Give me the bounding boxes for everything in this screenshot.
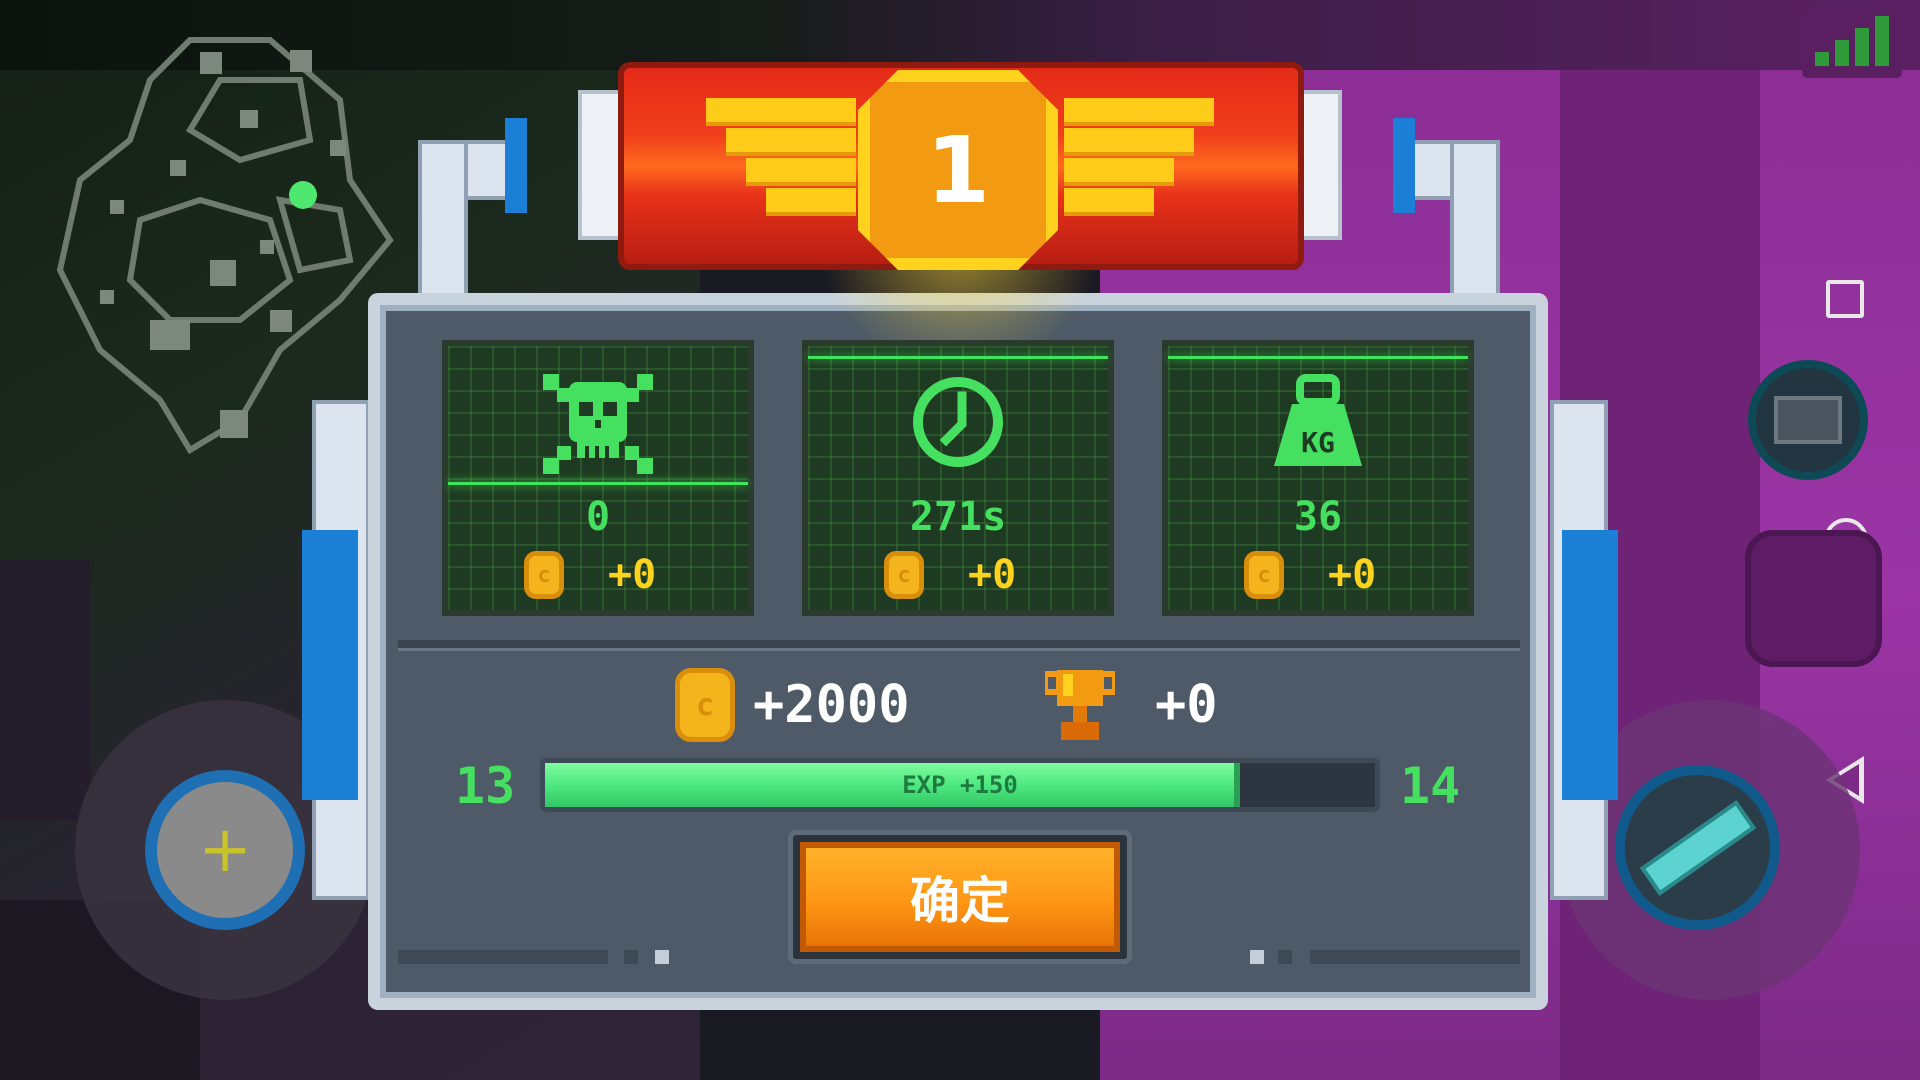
time-value: 271s: [909, 494, 1007, 540]
trophy-reward: +0: [1045, 668, 1218, 742]
medal-wing-right: [1064, 98, 1214, 228]
coin-icon: c: [675, 668, 735, 742]
coin-icon: c: [524, 551, 564, 599]
frame-pipe-joint: [505, 118, 527, 213]
player-marker-icon: [289, 181, 317, 209]
scan-line: [1168, 356, 1468, 359]
skill-button[interactable]: [1745, 530, 1882, 667]
sword-icon: [1639, 799, 1756, 896]
stat-panel-kills: 0 c +0: [442, 340, 754, 616]
stat-panel-weight: KG 36 c +0: [1162, 340, 1474, 616]
rank-number: 1: [925, 116, 990, 224]
plus-icon: +: [198, 813, 252, 887]
kills-value: 0: [585, 494, 611, 540]
background-block: [0, 560, 90, 820]
clock-icon: [913, 377, 1003, 467]
coin-icon: c: [884, 551, 924, 599]
signal-strength-icon: [1802, 8, 1902, 78]
weight-kg-icon: KG: [1274, 374, 1362, 466]
scan-line: [448, 482, 748, 485]
rank-medal: 1: [858, 70, 1058, 270]
weight-value: 36: [1293, 494, 1343, 540]
movement-joystick[interactable]: +: [145, 770, 305, 930]
attack-button[interactable]: [1615, 765, 1780, 930]
kills-coin-bonus: c +0: [524, 551, 656, 599]
time-bonus: +0: [968, 552, 1017, 598]
medal-wing-left: [706, 98, 856, 228]
coin-reward-value: +2000: [753, 675, 910, 735]
scan-line: [808, 356, 1108, 359]
recent-apps-icon[interactable]: [1826, 280, 1864, 318]
frame-pipe-joint: [1393, 118, 1415, 213]
frame-pipe: [418, 140, 468, 310]
weapon-icon: [1774, 396, 1842, 444]
time-coin-bonus: c +0: [884, 551, 1016, 599]
frame-side-joint: [1562, 530, 1618, 800]
confirm-button[interactable]: 确定: [800, 842, 1120, 952]
weight-label: KG: [1301, 426, 1335, 459]
frame-pipe: [1450, 140, 1500, 310]
skull-crossbones-icon: [543, 374, 653, 474]
dialog-divider: [398, 640, 1520, 651]
frame-side-joint: [302, 530, 358, 800]
coin-icon: c: [1244, 551, 1284, 599]
current-level: 13: [455, 757, 516, 815]
weight-bonus: +0: [1328, 552, 1377, 598]
weapon-swap-button[interactable]: [1748, 360, 1868, 480]
exp-label: EXP +150: [902, 771, 1018, 799]
dialog-bottom-rail: [398, 950, 1520, 966]
next-level: 14: [1400, 757, 1461, 815]
exp-progress-bar: EXP +150: [540, 758, 1380, 812]
weight-coin-bonus: c +0: [1244, 551, 1376, 599]
trophy-reward-value: +0: [1155, 675, 1218, 735]
kills-bonus: +0: [608, 552, 657, 598]
trophy-icon: [1045, 670, 1115, 740]
stat-panel-time: 271s c +0: [802, 340, 1114, 616]
coin-reward: c +2000: [675, 668, 910, 742]
